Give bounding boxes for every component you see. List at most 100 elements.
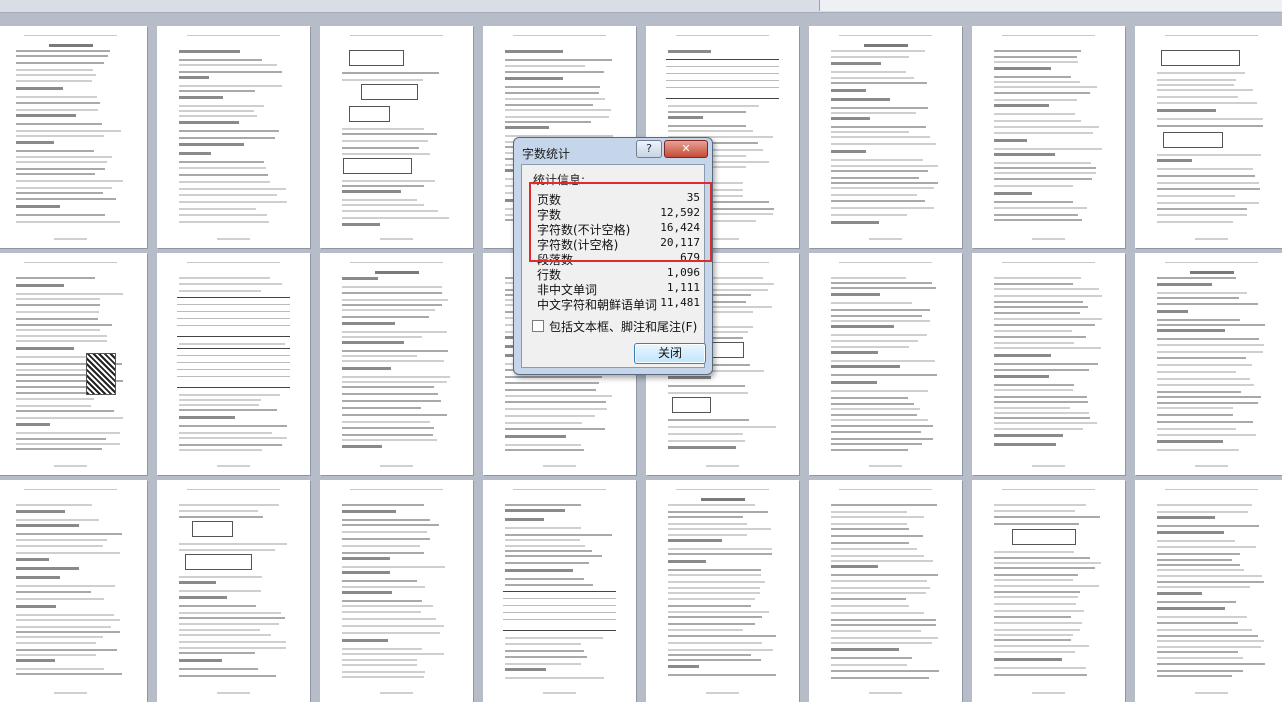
text-line: [179, 510, 258, 512]
section-heading-line: [342, 510, 396, 513]
text-line: [831, 612, 924, 614]
text-line: [342, 128, 424, 130]
text-line: [831, 511, 907, 513]
text-line: [994, 336, 1086, 338]
text-line: [1157, 221, 1233, 223]
text-line: [179, 71, 282, 73]
text-line: [994, 667, 1086, 669]
text-line: [1157, 324, 1265, 326]
text-line: [179, 290, 261, 292]
document-page-thumbnail[interactable]: [0, 26, 147, 248]
text-line: [342, 632, 440, 634]
text-line: [1157, 208, 1247, 210]
text-line: [668, 385, 745, 387]
section-heading-line: [831, 565, 878, 568]
text-line: [1157, 449, 1239, 451]
document-page-thumbnail[interactable]: [809, 480, 962, 702]
text-line: [994, 510, 1075, 512]
include-textboxes-checkbox[interactable]: 包括文本框、脚注和尾注(F): [532, 318, 697, 335]
section-heading-line: [16, 347, 74, 350]
document-page-thumbnail[interactable]: [0, 480, 147, 702]
section-heading-line: [994, 434, 1063, 437]
section-heading-line: [16, 423, 50, 426]
document-page-thumbnail[interactable]: [320, 480, 473, 702]
page-footer-line: [54, 692, 87, 694]
page-header-line: [24, 489, 117, 490]
text-line: [505, 65, 585, 67]
text-line: [668, 605, 751, 607]
page-footer-line: [706, 692, 739, 694]
section-heading-line: [342, 557, 390, 560]
text-line: [1157, 297, 1239, 299]
document-page-thumbnail[interactable]: [320, 253, 473, 475]
page-header-line: [187, 262, 280, 263]
document-page-thumbnail[interactable]: [972, 26, 1125, 248]
text-line: [505, 71, 604, 73]
document-page-thumbnail[interactable]: [157, 480, 310, 702]
text-line: [179, 641, 286, 643]
text-line: [179, 516, 263, 518]
document-page-thumbnail[interactable]: [1135, 26, 1282, 248]
text-line: [1157, 421, 1253, 423]
text-line: [16, 96, 97, 98]
section-heading-line: [342, 190, 401, 193]
text-line: [1157, 511, 1248, 513]
text-line: [505, 677, 604, 679]
text-line: [831, 408, 920, 410]
document-page-thumbnail[interactable]: [809, 253, 962, 475]
document-page-thumbnail[interactable]: [809, 26, 962, 248]
section-heading-line: [994, 354, 1051, 357]
text-line: [16, 438, 106, 440]
close-icon[interactable]: ✕: [664, 140, 708, 158]
text-line: [1157, 188, 1260, 190]
help-icon[interactable]: ?: [636, 140, 662, 158]
text-line: [994, 401, 1088, 403]
section-heading-line: [342, 367, 391, 370]
text-line: [16, 398, 94, 400]
text-line: [994, 639, 1071, 641]
document-page-thumbnail[interactable]: [1135, 480, 1282, 702]
text-line: [16, 448, 102, 450]
text-line: [342, 519, 430, 521]
text-line: [668, 649, 773, 651]
text-line: [831, 431, 921, 433]
document-page-thumbnail[interactable]: [972, 480, 1125, 702]
text-line: [179, 181, 270, 183]
close-button[interactable]: 关闭: [634, 343, 706, 364]
text-line: [179, 623, 279, 625]
text-line: [1157, 319, 1240, 321]
document-page-thumbnail[interactable]: [972, 253, 1125, 475]
section-heading-line: [994, 192, 1032, 195]
text-line: [994, 172, 1096, 174]
text-line: [179, 399, 261, 401]
text-line: [1157, 651, 1238, 653]
text-line: [831, 77, 914, 79]
text-line: [831, 425, 933, 427]
text-line: [831, 555, 924, 557]
text-line: [16, 324, 112, 326]
stat-value: 1,111: [666, 281, 700, 294]
text-line: [1157, 364, 1252, 366]
text-line: [668, 659, 761, 661]
text-line: [16, 649, 117, 651]
text-line: [505, 545, 585, 547]
document-page-thumbnail[interactable]: [1135, 253, 1282, 475]
section-heading-line: [342, 445, 382, 448]
page-heading: [375, 271, 419, 274]
document-page-thumbnail[interactable]: [483, 480, 636, 702]
checkbox-square[interactable]: [532, 320, 544, 332]
text-line: [179, 64, 277, 66]
text-line: [668, 392, 748, 394]
section-heading-line: [16, 576, 60, 579]
text-line: [668, 587, 760, 589]
text-line: [668, 440, 745, 442]
document-page-thumbnail[interactable]: [0, 253, 147, 475]
text-line: [994, 574, 1078, 576]
document-page-thumbnail[interactable]: [157, 253, 310, 475]
document-page-thumbnail[interactable]: [157, 26, 310, 248]
text-line: [505, 59, 612, 61]
document-page-thumbnail[interactable]: [646, 480, 799, 702]
document-page-thumbnail[interactable]: [320, 26, 473, 248]
text-line: [342, 545, 420, 547]
text-line: [342, 204, 424, 206]
